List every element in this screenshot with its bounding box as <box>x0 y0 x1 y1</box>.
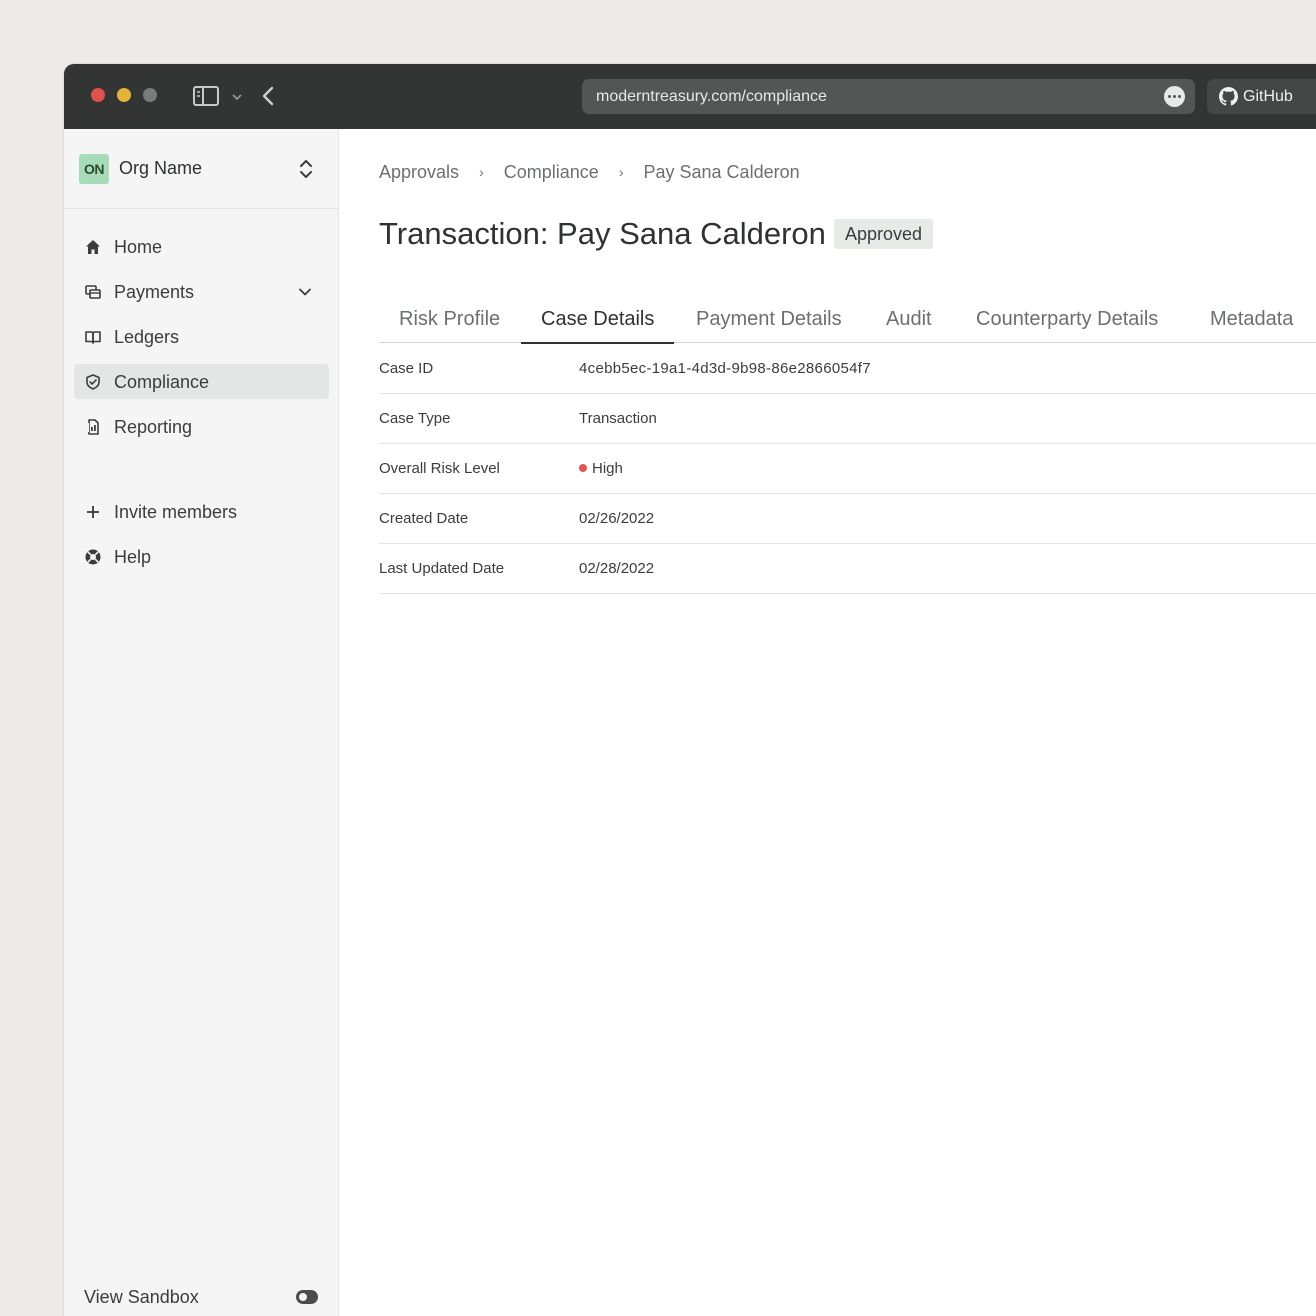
tab-payment-details[interactable]: Payment Details <box>676 302 862 343</box>
chevron-down-icon[interactable] <box>230 90 244 104</box>
sandbox-toggle[interactable] <box>296 1290 318 1304</box>
tab-bar: Risk Profile Case Details Payment Detail… <box>379 302 1316 344</box>
org-name: Org Name <box>119 158 203 178</box>
lifebuoy-icon <box>85 549 101 565</box>
book-icon <box>85 331 101 344</box>
back-arrow-icon[interactable] <box>260 84 276 108</box>
browser-titlebar: moderntreasury.com/compliance GitHub <box>64 64 1316 129</box>
detail-key: Last Updated Date <box>379 560 505 577</box>
breadcrumb: Approvals › Compliance › Pay Sana Calder… <box>379 162 800 183</box>
org-avatar: ON <box>79 154 109 184</box>
sidebar-item-compliance[interactable]: Compliance <box>74 364 329 399</box>
report-icon <box>87 419 99 435</box>
help-label: Help <box>114 547 152 567</box>
detail-row-risk-level: Overall Risk Level High <box>379 444 1316 494</box>
maximize-window-button[interactable] <box>143 88 157 102</box>
plus-icon <box>87 506 99 518</box>
home-icon <box>86 240 100 254</box>
detail-key: Created Date <box>379 510 469 527</box>
detail-row-case-type: Case Type Transaction <box>379 394 1316 444</box>
risk-level-value: High <box>579 460 623 477</box>
detail-key: Overall Risk Level <box>379 460 500 477</box>
sidebar: ON Org Name Home Payments Ledgers Compli… <box>64 129 339 1316</box>
page-title: Transaction: Pay Sana Calderon <box>379 216 826 251</box>
main-content: Approvals › Compliance › Pay Sana Calder… <box>339 129 1316 1316</box>
sidebar-item-label: Home <box>114 237 163 257</box>
breadcrumb-separator-icon: › <box>618 164 624 180</box>
breadcrumb-current: Pay Sana Calderon <box>643 162 800 182</box>
github-icon <box>1219 87 1238 106</box>
view-sandbox-label: View Sandbox <box>84 1287 199 1307</box>
status-badge: Approved <box>834 219 934 249</box>
help-button[interactable]: Help <box>74 539 329 574</box>
sidebar-item-home[interactable]: Home <box>74 229 329 264</box>
more-icon[interactable] <box>1164 86 1185 107</box>
updated-date-value: 02/28/2022 <box>579 560 655 577</box>
case-id-value: 4cebb5ec-19a1-4d3d-9b98-86e2866054f7 <box>579 360 871 377</box>
org-switcher[interactable]: ON Org Name <box>64 129 338 209</box>
url-text: moderntreasury.com/compliance <box>596 88 827 105</box>
breadcrumb-separator-icon: › <box>479 164 484 180</box>
case-details-table: Case ID 4cebb5ec-19a1-4d3d-9b98-86e28660… <box>379 344 1316 594</box>
minimize-window-button[interactable] <box>117 88 131 102</box>
invite-members-button[interactable]: Invite members <box>74 494 329 529</box>
browser-window: moderntreasury.com/compliance GitHub ON … <box>64 64 1316 1316</box>
url-bar[interactable]: moderntreasury.com/compliance <box>582 79 1195 114</box>
invite-members-label: Invite members <box>114 502 238 522</box>
breadcrumb-approvals[interactable]: Approvals <box>379 162 459 183</box>
sidebar-item-label: Ledgers <box>114 327 180 347</box>
sidebar-item-payments[interactable]: Payments <box>74 274 329 309</box>
detail-key: Case Type <box>379 410 451 427</box>
github-button[interactable]: GitHub <box>1207 79 1316 114</box>
sidebar-item-ledgers[interactable]: Ledgers <box>74 319 329 354</box>
chevron-down-icon[interactable] <box>298 285 312 299</box>
tab-audit[interactable]: Audit <box>866 302 952 343</box>
sidebar-item-label: Reporting <box>114 417 193 437</box>
github-label: GitHub <box>1243 88 1293 105</box>
case-type-value: Transaction <box>579 410 657 427</box>
tab-case-details[interactable]: Case Details <box>521 302 675 344</box>
tab-risk-profile[interactable]: Risk Profile <box>379 302 520 343</box>
sidebar-item-label: Payments <box>114 282 195 302</box>
tab-metadata[interactable]: Metadata <box>1190 302 1313 343</box>
risk-indicator-dot <box>579 464 587 472</box>
detail-row-case-id: Case ID 4cebb5ec-19a1-4d3d-9b98-86e28660… <box>379 344 1316 394</box>
sidebar-item-reporting[interactable]: Reporting <box>74 409 329 444</box>
payments-icon <box>85 285 101 299</box>
created-date-value: 02/26/2022 <box>579 510 655 527</box>
risk-level-text: High <box>592 460 623 477</box>
detail-row-created-date: Created Date 02/26/2022 <box>379 494 1316 544</box>
sidebar-item-label: Compliance <box>114 372 210 392</box>
tab-counterparty-details[interactable]: Counterparty Details <box>956 302 1178 343</box>
close-window-button[interactable] <box>91 88 105 102</box>
detail-key: Case ID <box>379 360 434 377</box>
chevron-up-down-icon[interactable] <box>297 156 315 182</box>
shield-icon <box>86 374 100 390</box>
sidebar-toggle-icon[interactable] <box>192 85 220 107</box>
breadcrumb-compliance[interactable]: Compliance <box>504 162 599 183</box>
detail-row-updated-date: Last Updated Date 02/28/2022 <box>379 544 1316 594</box>
